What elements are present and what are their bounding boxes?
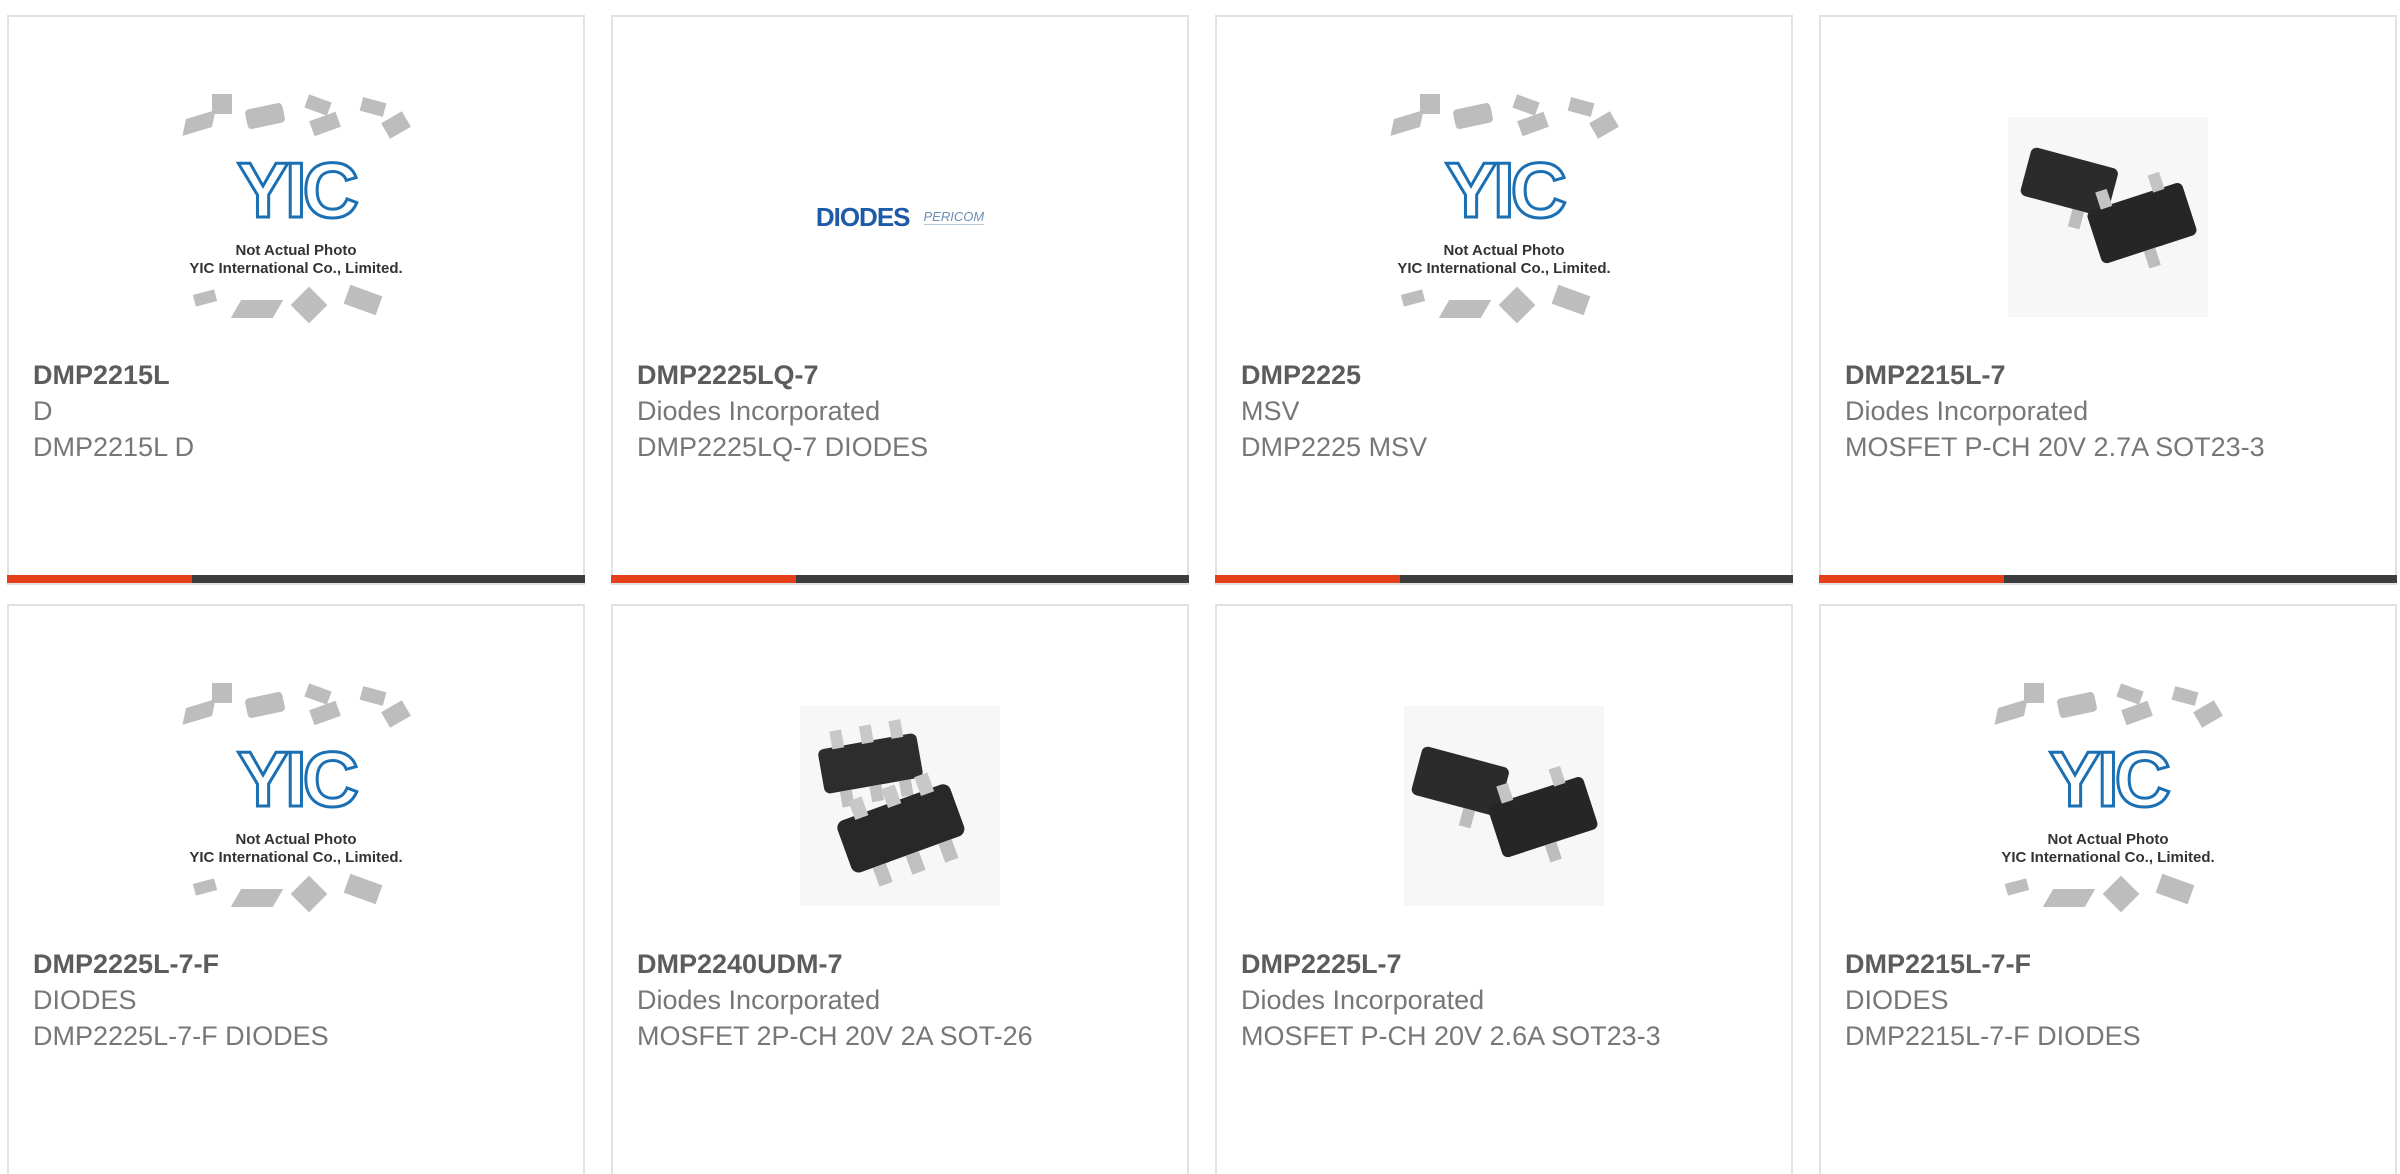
product-card[interactable]: YIC Not Actual Photo YIC International C…	[7, 604, 585, 1174]
placeholder-caption: Not Actual Photo	[235, 831, 357, 848]
product-manufacturer: Diodes Incorporated	[1241, 985, 1485, 1015]
product-part-number[interactable]: DMP2215L-7-F	[1845, 946, 2375, 982]
product-card[interactable]: DMP2225L-7 Diodes Incorporated MOSFET P-…	[1215, 604, 1793, 1174]
product-image: YIC Not Actual Photo YIC International C…	[1217, 77, 1791, 357]
placeholder-company: YIC International Co., Limited.	[1397, 260, 1611, 277]
product-description: DMP2225LQ-7 DIODES	[637, 432, 929, 462]
product-manufacturer: DIODES	[33, 985, 137, 1015]
yic-placeholder-image: YIC Not Actual Photo YIC International C…	[1968, 681, 2248, 931]
product-image	[613, 666, 1187, 946]
product-card[interactable]: YIC Not Actual Photo YIC International C…	[1215, 15, 1793, 585]
product-description: DMP2225L-7-F DIODES	[33, 1021, 329, 1051]
product-description: MOSFET 2P-CH 20V 2A SOT-26	[637, 1021, 1033, 1051]
product-image: YIC Not Actual Photo YIC International C…	[9, 666, 583, 946]
yic-logo: YIC	[235, 146, 360, 234]
product-manufacturer: MSV	[1241, 396, 1300, 426]
card-accent	[1215, 575, 1400, 583]
product-manufacturer: Diodes Incorporated	[637, 396, 881, 426]
product-description: DMP2215L-7-F DIODES	[1845, 1021, 2141, 1051]
product-card[interactable]: DMP2240UDM-7 Diodes Incorporated MOSFET …	[611, 604, 1189, 1174]
placeholder-caption: Not Actual Photo	[1443, 242, 1565, 259]
product-card[interactable]: DMP2215L-7 Diodes Incorporated MOSFET P-…	[1819, 15, 2397, 585]
yic-placeholder-image: YIC Not Actual Photo YIC International C…	[156, 92, 436, 342]
sot23-photo	[1404, 706, 1604, 906]
product-manufacturer: Diodes Incorporated	[1845, 396, 2089, 426]
diodes-logo-image: DIODES PERICOM	[815, 201, 985, 233]
product-part-number[interactable]: DMP2215L-7	[1845, 357, 2375, 393]
product-description: MOSFET P-CH 20V 2.7A SOT23-3	[1845, 432, 2265, 462]
product-manufacturer: D	[33, 396, 53, 426]
pericom-logo: PERICOM	[923, 209, 985, 225]
yic-placeholder-image: YIC Not Actual Photo YIC International C…	[1364, 92, 1644, 342]
yic-placeholder-image: YIC Not Actual Photo YIC International C…	[156, 681, 436, 931]
product-part-number[interactable]: DMP2215L	[33, 357, 563, 393]
product-description: DMP2215L D	[33, 432, 195, 462]
card-accent	[7, 575, 192, 583]
product-part-number[interactable]: DMP2225LQ-7	[637, 357, 1167, 393]
product-part-number[interactable]: DMP2225L-7-F	[33, 946, 563, 982]
product-grid: YIC Not Actual Photo YIC International C…	[0, 0, 2400, 1174]
product-part-number[interactable]: DMP2240UDM-7	[637, 946, 1167, 982]
product-description: DMP2225 MSV	[1241, 432, 1428, 462]
placeholder-caption: Not Actual Photo	[235, 242, 357, 259]
product-card[interactable]: YIC Not Actual Photo YIC International C…	[1819, 604, 2397, 1174]
sot26-photo	[800, 706, 1000, 906]
yic-logo: YIC	[2047, 735, 2172, 823]
product-part-number[interactable]: DMP2225	[1241, 357, 1771, 393]
diodes-logo: DIODES	[815, 201, 911, 232]
card-bottom-bar	[7, 575, 585, 583]
product-image	[1821, 77, 2395, 357]
card-bottom-bar	[611, 575, 1189, 583]
yic-logo: YIC	[235, 735, 360, 823]
product-part-number[interactable]: DMP2225L-7	[1241, 946, 1771, 982]
yic-logo: YIC	[1443, 146, 1568, 234]
product-manufacturer: DIODES	[1845, 985, 1949, 1015]
product-card[interactable]: DIODES PERICOM DMP2225LQ-7 Diodes Incorp…	[611, 15, 1189, 585]
card-accent	[1819, 575, 2004, 583]
sot23-photo	[2008, 117, 2208, 317]
card-accent	[611, 575, 796, 583]
product-image	[1217, 666, 1791, 946]
placeholder-company: YIC International Co., Limited.	[2001, 849, 2215, 866]
product-image: YIC Not Actual Photo YIC International C…	[9, 77, 583, 357]
product-card[interactable]: YIC Not Actual Photo YIC International C…	[7, 15, 585, 585]
card-bottom-bar	[1819, 575, 2397, 583]
placeholder-company: YIC International Co., Limited.	[189, 849, 403, 866]
card-bottom-bar	[1215, 575, 1793, 583]
placeholder-caption: Not Actual Photo	[2047, 831, 2169, 848]
placeholder-company: YIC International Co., Limited.	[189, 260, 403, 277]
product-description: MOSFET P-CH 20V 2.6A SOT23-3	[1241, 1021, 1661, 1051]
product-image: YIC Not Actual Photo YIC International C…	[1821, 666, 2395, 946]
product-manufacturer: Diodes Incorporated	[637, 985, 881, 1015]
product-image: DIODES PERICOM	[613, 77, 1187, 357]
